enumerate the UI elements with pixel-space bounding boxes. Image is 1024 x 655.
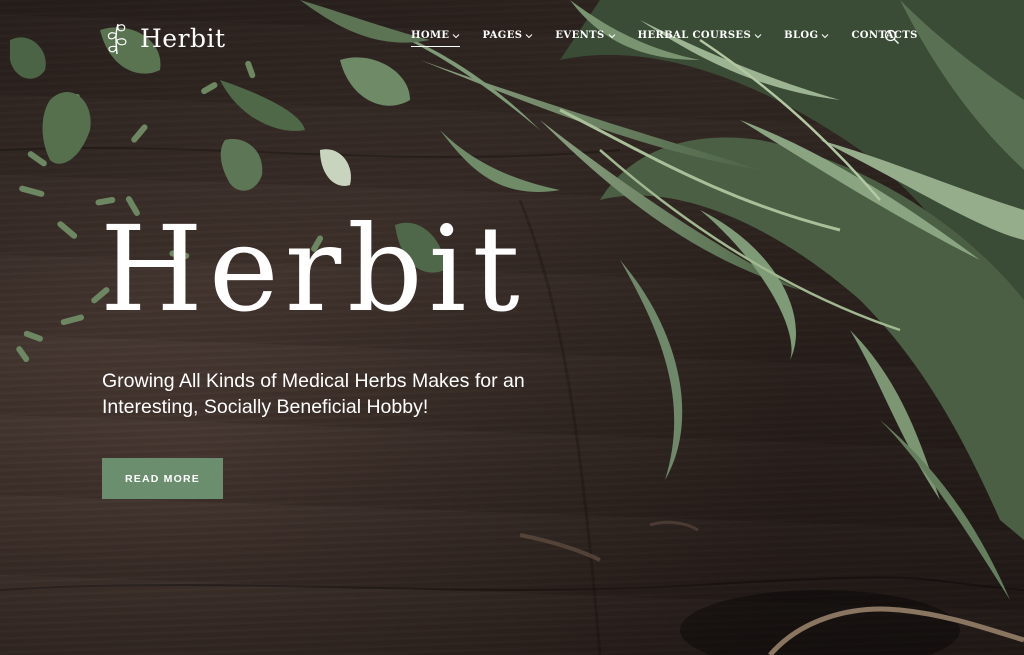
main-navigation: HOME PAGES EVENTS HERBAL COURSES BLOG CO… (411, 30, 940, 47)
read-more-button[interactable]: READ MORE (102, 458, 223, 499)
nav-item-label: HERBAL COURSES (637, 30, 752, 41)
hero-title: Herbit (100, 200, 526, 338)
chevron-down-icon (754, 33, 762, 38)
nav-item-pages[interactable]: PAGES (482, 30, 533, 47)
nav-item-label: HOME (411, 30, 450, 41)
hero-subtitle: Growing All Kinds of Medical Herbs Makes… (102, 370, 525, 418)
nav-item-label: EVENTS (555, 30, 605, 41)
chevron-down-icon (608, 33, 615, 38)
nav-item-label: BLOG (784, 30, 819, 41)
nav-item-home[interactable]: HOME (411, 30, 461, 47)
site-logo[interactable]: Herbit (102, 20, 226, 56)
nav-item-herbal-courses[interactable]: HERBAL COURSES (638, 30, 762, 47)
nav-item-label: PAGES (482, 30, 523, 41)
chevron-down-icon (453, 33, 460, 38)
search-icon[interactable] (884, 29, 900, 45)
hero-section: Herbit HOME PAGES EVENTS HERBAL COURSES … (0, 0, 1024, 655)
chevron-down-icon (526, 33, 533, 38)
nav-item-blog[interactable]: BLOG (784, 30, 829, 47)
chevron-down-icon (822, 33, 829, 38)
leaf-sprig-icon (107, 23, 127, 55)
brand-name: Herbit (140, 23, 226, 53)
nav-item-events[interactable]: EVENTS (555, 30, 615, 47)
